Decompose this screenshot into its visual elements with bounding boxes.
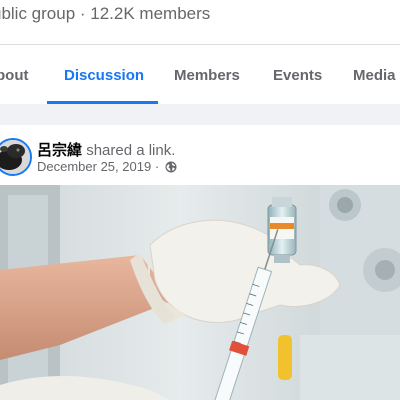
post-link-image[interactable] (0, 185, 400, 400)
tab-events[interactable]: Events (273, 67, 322, 84)
tab-members[interactable]: Members (174, 67, 240, 84)
tab-media[interactable]: Media (353, 67, 396, 84)
post-meta: December 25, 2019 · (37, 159, 177, 176)
post-author-name[interactable]: 呂宗緯 (37, 142, 82, 159)
group-privacy-members: ublic group · 12.2K members (0, 4, 211, 23)
group-tabs: bout Discussion Members Events Media (0, 45, 400, 104)
group-header: ublic group · 12.2K members bout Discuss… (0, 0, 400, 104)
active-tab-indicator (47, 101, 158, 104)
post-date[interactable]: December 25, 2019 (37, 159, 151, 174)
post-author-line: 呂宗緯 shared a link. (37, 139, 175, 160)
tab-discussion[interactable]: Discussion (64, 67, 144, 84)
tab-about[interactable]: bout (0, 67, 28, 84)
globe-icon (165, 161, 177, 176)
post-action-text: shared a link. (86, 142, 176, 159)
meta-separator: · (154, 159, 160, 174)
post-card: 呂宗緯 shared a link. December 25, 2019 · (0, 125, 400, 400)
avatar[interactable] (0, 138, 32, 176)
